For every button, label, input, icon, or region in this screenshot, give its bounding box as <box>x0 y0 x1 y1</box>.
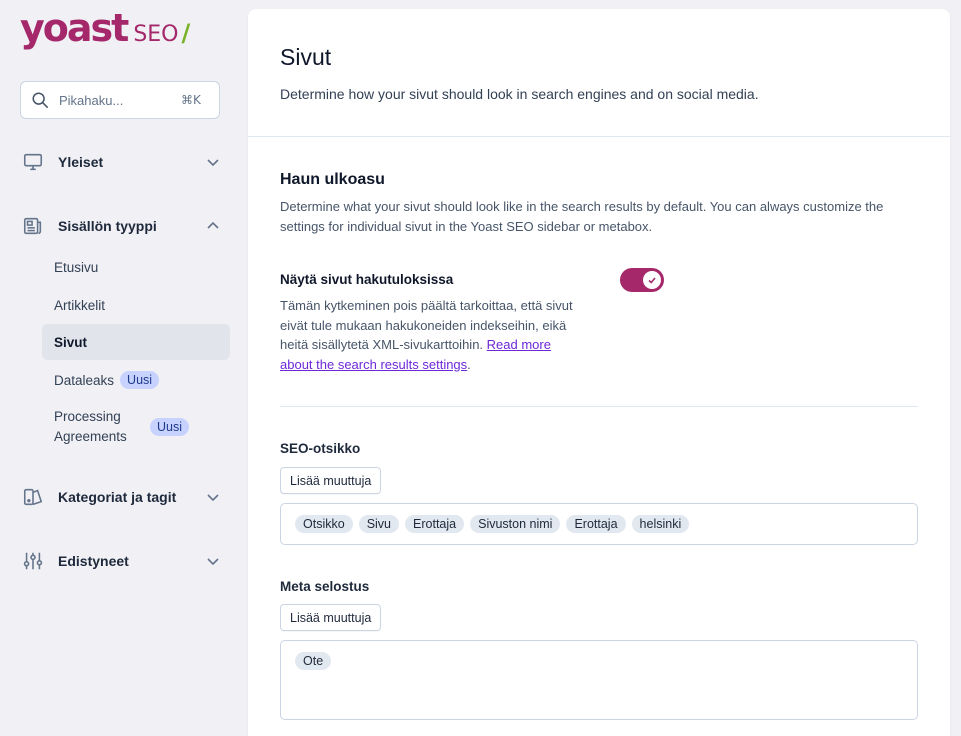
sliders-icon <box>22 550 44 572</box>
newspaper-icon <box>22 215 44 237</box>
page-description: Determine how your sivut should look in … <box>280 86 759 102</box>
seo-title-add-variable-button[interactable]: Lisää muuttuja <box>280 467 382 494</box>
seo-title-input[interactable]: Otsikko Sivu Erottaja Sivuston nimi Erottaja… <box>280 503 918 545</box>
sidebar-item-etusivu[interactable]: Etusivu <box>42 256 230 278</box>
sidebar-item-processing-agreements[interactable]: Processing Agreements Uusi <box>42 406 230 448</box>
toggle-description-end: . <box>467 356 471 372</box>
sidebar-group-categories-tags[interactable]: Kategoriat ja tagit <box>22 483 222 511</box>
chevron-down-icon <box>207 558 219 566</box>
sidebar-item-label: Sivut <box>54 334 88 350</box>
card-header: Sivut Determine how your sivut should lo… <box>248 9 950 137</box>
chevron-down-icon <box>207 494 219 502</box>
chevron-up-icon <box>207 221 219 229</box>
variable-chip[interactable]: helsinki <box>631 515 690 533</box>
sidebar-group-label: Edistyneet <box>58 553 129 569</box>
settings-card: Sivut Determine how your sivut should lo… <box>248 9 950 736</box>
sidebar-item-label: Dataleaks <box>54 372 115 388</box>
toggle-knob <box>643 271 661 289</box>
search-icon <box>32 92 48 108</box>
logo-slash: / <box>181 19 191 47</box>
sidebar-group-label: Yleiset <box>58 154 104 170</box>
toggle-label: Näytä sivut hakutuloksissa <box>280 272 454 287</box>
variable-chip[interactable]: Erottaja <box>405 515 465 533</box>
logo-product: SEO <box>133 22 179 47</box>
sidebar-item-label: Etusivu <box>54 259 99 275</box>
meta-description-add-variable-button[interactable]: Lisää muuttuja <box>280 604 382 631</box>
variable-chip[interactable]: Sivuston nimi <box>470 515 561 533</box>
sidebar-group-content-types[interactable]: Sisällön tyyppi <box>22 212 222 240</box>
toggle-description: Tämän kytkeminen pois päältä tarkoittaa,… <box>280 296 580 374</box>
meta-description-label: Meta selostus <box>280 579 370 594</box>
new-badge: Uusi <box>150 418 190 436</box>
sidebar-group-label: Kategoriat ja tagit <box>58 489 177 505</box>
show-in-search-toggle[interactable] <box>620 268 664 292</box>
tag-icon <box>22 486 44 508</box>
quick-search[interactable]: ⌘K <box>20 81 220 119</box>
sidebar-item-label: Artikkelit <box>54 297 106 313</box>
new-badge: Uusi <box>120 371 160 389</box>
variable-chip[interactable]: Otsikko <box>295 515 353 533</box>
chevron-down-icon <box>207 159 219 167</box>
section-title: Haun ulkoasu <box>280 171 385 188</box>
sidebar: yoast SEO / ⌘K Yleiset Sisällön tyyppi E… <box>0 0 248 736</box>
desktop-icon <box>22 151 44 173</box>
seo-title-label: SEO-otsikko <box>280 441 361 456</box>
variable-chip[interactable]: Sivu <box>358 515 400 533</box>
meta-description-input[interactable]: Ote <box>280 640 918 720</box>
sidebar-item-dataleaks[interactable]: Dataleaks Uusi <box>42 368 230 392</box>
search-shortcut: ⌘K <box>181 93 201 107</box>
divider <box>280 406 918 407</box>
variable-chip[interactable]: Erottaja <box>566 515 626 533</box>
sidebar-group-advanced[interactable]: Edistyneet <box>22 547 222 575</box>
page-title: Sivut <box>280 44 332 70</box>
variable-chip[interactable]: Ote <box>295 652 332 670</box>
sidebar-item-sivut[interactable]: Sivut <box>42 324 230 360</box>
sidebar-item-label: Processing Agreements <box>54 409 127 444</box>
sidebar-group-general[interactable]: Yleiset <box>22 148 222 176</box>
check-icon <box>648 277 656 284</box>
sidebar-item-artikkelit[interactable]: Artikkelit <box>42 294 230 316</box>
logo-wordmark: yoast <box>20 6 129 50</box>
sidebar-group-label: Sisällön tyyppi <box>58 218 157 234</box>
yoast-seo-logo[interactable]: yoast SEO / <box>20 8 190 52</box>
section-description: Determine what your sivut should look li… <box>280 199 884 234</box>
search-input[interactable] <box>59 92 177 108</box>
